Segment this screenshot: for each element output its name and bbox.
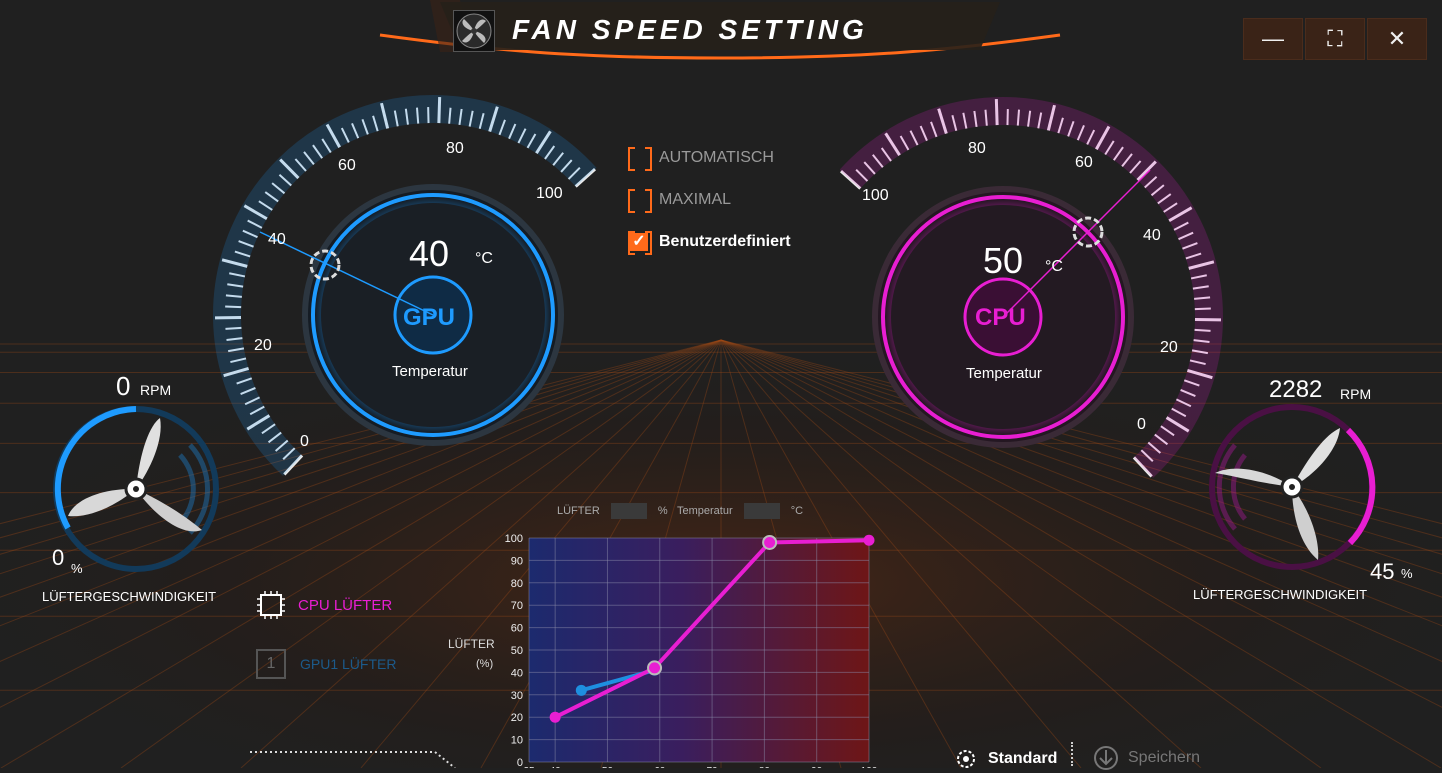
chart-y-tick-label: 10	[511, 735, 523, 747]
gpu-temperature-caption: Temperatur	[392, 363, 468, 380]
cpu-scale-label-100: 100	[862, 187, 889, 205]
gpu-gauge	[200, 90, 600, 480]
chart-y-tick-label: 30	[511, 690, 523, 702]
custom-checkbox[interactable]: ✓	[627, 230, 653, 254]
cpu-temperature-unit: °C	[1045, 258, 1063, 276]
cpu-fan-rpm-value: 2282	[1269, 376, 1322, 404]
gpu-temperature-value: 40	[409, 233, 449, 275]
footer-decoration	[250, 748, 460, 768]
gpu-fan-rpm-unit: RPM	[140, 382, 171, 398]
curve-fan-input[interactable]	[611, 503, 647, 519]
gpu-fan-icon	[68, 418, 202, 531]
gpu-chip-label: GPU	[403, 304, 455, 332]
chart-ylabel: LÜFTER	[448, 637, 495, 651]
chart-ylabel-unit: (%)	[476, 658, 493, 670]
cpu-fan-widget	[1200, 395, 1390, 585]
cpu-fan-rpm-unit: RPM	[1340, 386, 1371, 402]
automatic-label: AUTOMATISCH	[659, 149, 774, 167]
gpu-scale-label-40: 40	[268, 231, 286, 249]
close-button[interactable]: ✕	[1367, 18, 1427, 60]
gpu-scale-label-80: 80	[446, 140, 464, 158]
automatic-checkbox[interactable]	[627, 146, 653, 170]
gpu-scale-label-0: 0	[300, 433, 309, 451]
mode-automatic[interactable]: AUTOMATISCH	[627, 146, 774, 170]
curve-fan-readout: LÜFTER %	[557, 503, 668, 519]
mode-custom[interactable]: ✓ Benutzerdefiniert	[627, 230, 791, 254]
curve-temp-label: Temperatur	[677, 505, 733, 517]
maximize-icon: ⛶	[1327, 26, 1342, 52]
mode-maximal[interactable]: MAXIMAL	[627, 188, 731, 212]
cpu-chip-label: CPU	[975, 304, 1026, 332]
tab-gpu1-fan[interactable]: 1 GPU1 LÜFTER	[256, 649, 396, 679]
curve-temp-unit: °C	[791, 505, 803, 517]
app-window: FAN SPEED SETTING — ⛶ ✕ 40 °C GPU Temper…	[0, 0, 1442, 768]
window-title: FAN SPEED SETTING	[512, 14, 868, 46]
chart-y-tick-label: 70	[511, 600, 523, 612]
gpu1-fan-tab-label: GPU1 LÜFTER	[300, 656, 396, 672]
app-fan-logo	[453, 10, 495, 52]
minimize-icon: —	[1262, 26, 1284, 52]
maximal-checkbox[interactable]	[627, 188, 653, 212]
cpu-scale-label-20: 20	[1160, 339, 1178, 357]
gpu-fan-speed-label: LÜFTERGESCHWINDIGKEIT	[42, 589, 216, 604]
standard-label: Standard	[988, 750, 1057, 768]
chart-y-tick-label: 60	[511, 623, 523, 635]
save-label: Speichern	[1128, 749, 1200, 767]
chart-y-tick-label: 100	[505, 533, 523, 545]
chart-y-tick-label: 20	[511, 712, 523, 724]
chart-y-tick-label: 90	[511, 555, 523, 567]
gear-icon	[952, 745, 980, 773]
gpu-temperature-unit: °C	[475, 250, 493, 268]
gpu1-chip-icon: 1	[256, 649, 286, 679]
chart-curve-point[interactable]	[864, 535, 875, 546]
fan-icon	[454, 11, 494, 51]
gpu-scale-label-100: 100	[536, 185, 563, 203]
cpu-scale-label-80: 80	[968, 140, 986, 158]
curve-fan-unit: %	[658, 505, 668, 517]
cpu-fan-percent-unit: %	[1401, 566, 1413, 581]
gpu-fan-percent-unit: %	[71, 561, 83, 576]
maximal-label: MAXIMAL	[659, 191, 731, 209]
cpu-fan-tab-label: CPU LÜFTER	[298, 597, 392, 614]
gpu1-chip-number: 1	[267, 655, 276, 673]
fan-curve-chart[interactable]: 0102030405060708090100 35405060708090100	[495, 528, 885, 768]
gpu-fan-percent-value: 0	[52, 545, 64, 571]
cpu-chip-icon	[256, 590, 286, 620]
chart-curve-point[interactable]	[576, 685, 587, 696]
standard-button[interactable]: Standard	[952, 745, 1057, 773]
tab-cpu-fan[interactable]: CPU LÜFTER	[256, 590, 392, 620]
cpu-temperature-caption: Temperatur	[966, 365, 1042, 382]
chart-y-tick-label: 0	[517, 757, 523, 768]
cpu-scale-label-40: 40	[1143, 227, 1161, 245]
maximize-button[interactable]: ⛶	[1305, 18, 1365, 60]
cpu-gauge	[840, 90, 1240, 480]
checkmark-icon: ✓	[630, 233, 648, 251]
chart-curve-point[interactable]	[550, 712, 561, 723]
cpu-fan-percent-value: 45	[1370, 559, 1394, 585]
curve-fan-label: LÜFTER	[557, 505, 600, 517]
custom-label: Benutzerdefiniert	[659, 233, 791, 251]
cpu-temperature-value: 50	[983, 240, 1023, 282]
footer-divider	[1071, 742, 1075, 766]
chart-curve-point[interactable]	[763, 536, 776, 549]
chart-y-tick-label: 40	[511, 667, 523, 679]
minimize-button[interactable]: —	[1243, 18, 1303, 60]
gpu-scale-label-20: 20	[254, 337, 272, 355]
chart-y-tick-label: 50	[511, 645, 523, 657]
chart-curve-point[interactable]	[648, 661, 661, 674]
cpu-fan-speed-label: LÜFTERGESCHWINDIGKEIT	[1193, 587, 1367, 602]
curve-temp-input[interactable]	[744, 503, 780, 519]
close-icon: ✕	[1388, 26, 1406, 52]
chart-y-tick-label: 80	[511, 578, 523, 590]
gpu-fan-rpm-value: 0	[116, 371, 130, 402]
gpu-scale-label-60: 60	[338, 157, 356, 175]
curve-temp-readout: Temperatur °C	[677, 503, 803, 519]
cpu-scale-label-60: 60	[1075, 154, 1093, 172]
gpu-fan-widget	[40, 400, 230, 590]
cpu-scale-label-0: 0	[1137, 416, 1146, 434]
